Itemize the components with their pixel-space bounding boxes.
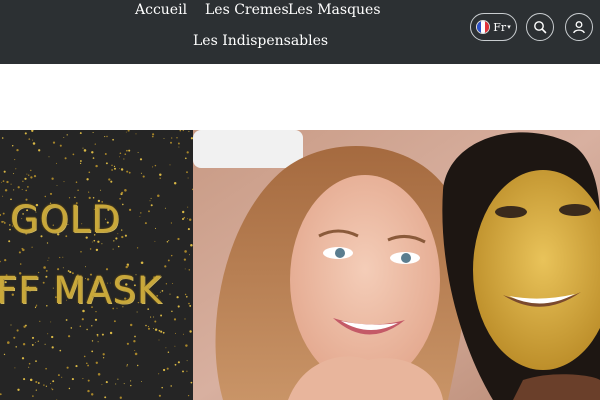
gold-glitter-pattern — [0, 130, 193, 400]
language-label: Fr — [493, 20, 507, 34]
account-button[interactable] — [565, 13, 593, 41]
hero-banner[interactable]: GOLD FF MASK — [0, 130, 600, 400]
hero-photo — [193, 130, 600, 400]
gold-mask-ad-panel: GOLD FF MASK — [0, 130, 193, 400]
language-selector[interactable]: Fr ▾ — [470, 13, 517, 41]
search-icon — [534, 21, 547, 34]
nav-link-les-cremes[interactable]: Les Cremes — [205, 0, 289, 20]
top-navigation-bar: Accueil Les Cremes Les Masques Les Indis… — [0, 0, 600, 64]
flag-france-icon — [476, 20, 491, 34]
banner-title-line1: GOLD — [10, 198, 121, 241]
nav-link-accueil[interactable]: Accueil — [135, 0, 187, 20]
chevron-down-icon: ▾ — [507, 23, 511, 31]
nav-link-les-masques[interactable]: Les Masques — [288, 0, 381, 20]
banner-title-line2: FF MASK — [0, 269, 163, 312]
search-button[interactable] — [526, 13, 554, 41]
account-icon — [573, 21, 585, 34]
nav-link-les-indispensables[interactable]: Les Indispensables — [193, 31, 328, 51]
